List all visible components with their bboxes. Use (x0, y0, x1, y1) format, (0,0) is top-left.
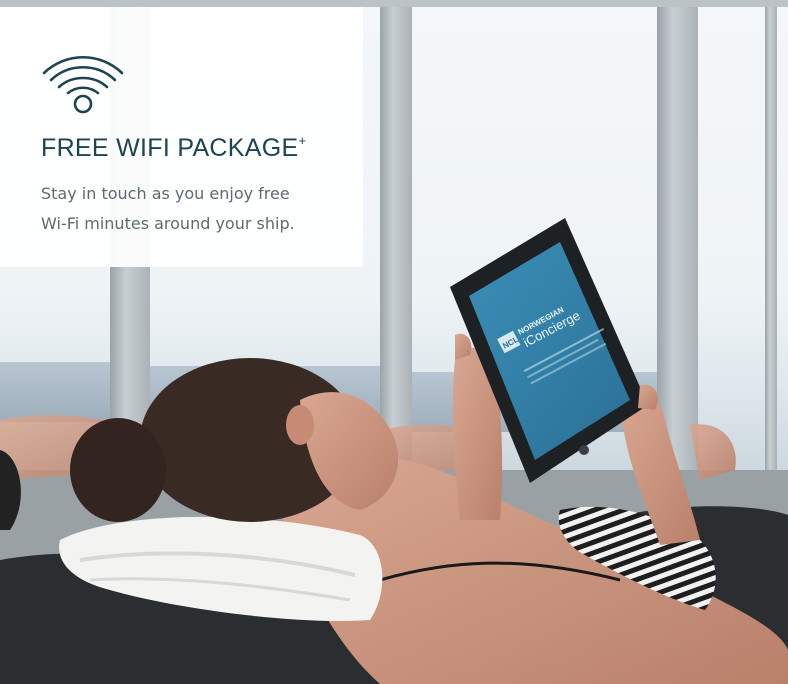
promo-title: FREE WIFI PACKAGE+ (41, 132, 307, 163)
hero-photo: NCL NORWEGIAN iConcierge FREE WIFI PACKA… (0, 0, 788, 684)
person-ear (286, 405, 314, 445)
promo-description: Stay in touch as you enjoy free Wi-Fi min… (41, 179, 341, 239)
hair-bun (70, 418, 166, 522)
promo-description-line: Stay in touch as you enjoy free (41, 184, 290, 203)
promo-description-line: Wi-Fi minutes around your ship. (41, 214, 295, 233)
promo-title-mark: + (298, 132, 307, 148)
tablet-home-button (579, 445, 589, 455)
promo-title-text: FREE WIFI PACKAGE (41, 134, 299, 162)
wifi-icon (42, 55, 124, 114)
promo-card: FREE WIFI PACKAGE+ Stay in touch as you … (0, 7, 363, 267)
